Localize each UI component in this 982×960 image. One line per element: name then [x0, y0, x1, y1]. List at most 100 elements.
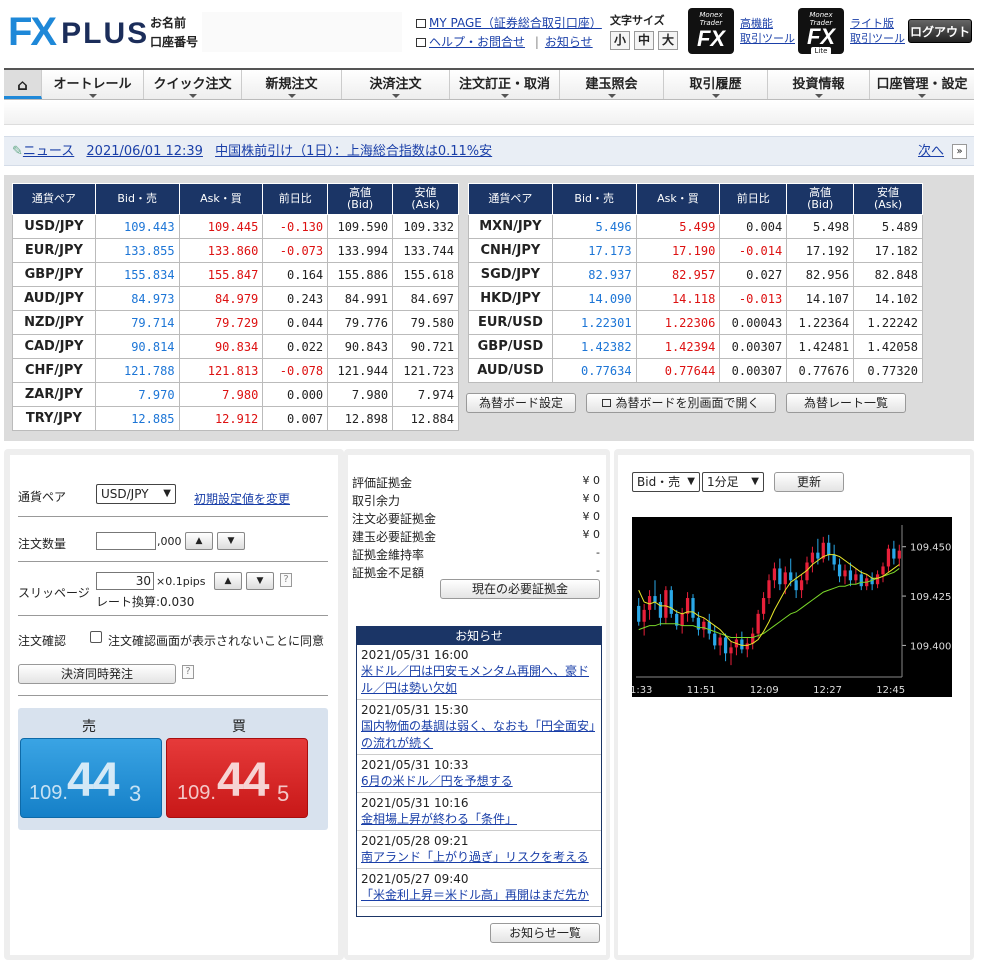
rate-ask-cell[interactable]: 109.445: [178, 214, 264, 239]
rate-bid-cell[interactable]: 90.814: [94, 334, 180, 359]
rate-ask-cell[interactable]: 155.847: [178, 262, 264, 287]
rate-ask-cell[interactable]: 121.813: [178, 358, 264, 383]
next-arrow-icon[interactable]: »: [952, 144, 967, 159]
nav-account-settings[interactable]: 口座管理・設定: [870, 70, 974, 99]
rate-pair-cell[interactable]: AUD/JPY: [12, 286, 96, 311]
rate-pair-cell[interactable]: AUD/USD: [468, 358, 553, 383]
rate-row[interactable]: EUR/JPY 133.855 133.860 -0.073 133.994 133.74…: [12, 238, 459, 263]
slippage-up-button[interactable]: ▲: [214, 572, 242, 590]
rate-bid-cell[interactable]: 17.173: [551, 238, 637, 263]
rate-bid-cell[interactable]: 82.937: [551, 262, 637, 287]
nav-auto-rail[interactable]: オートレール: [42, 70, 144, 99]
rate-pair-cell[interactable]: CHF/JPY: [12, 358, 96, 383]
rate-ask-cell[interactable]: 0.77644: [635, 358, 721, 383]
nav-investment-info[interactable]: 投資情報: [768, 70, 870, 99]
nav-new-order[interactable]: 新規注文: [242, 70, 342, 99]
rate-row[interactable]: USD/JPY 109.443 109.445 -0.130 109.590 109.33…: [12, 214, 459, 239]
rate-row[interactable]: GBP/JPY 155.834 155.847 0.164 155.886 155.618: [12, 262, 459, 287]
nav-positions[interactable]: 建玉照会: [560, 70, 664, 99]
rate-ask-cell[interactable]: 5.499: [635, 214, 721, 239]
rate-row[interactable]: CNH/JPY 17.173 17.190 -0.014 17.192 17.182: [468, 238, 923, 263]
price-chart[interactable]: 109.450 109.425 109.400 11:33 11:51 12:09 12:2…: [632, 517, 952, 697]
rate-ask-cell[interactable]: 90.834: [178, 334, 264, 359]
rate-bid-cell[interactable]: 79.714: [94, 310, 180, 335]
mypage-link[interactable]: MY PAGE（証券総合取引口座）: [429, 16, 602, 30]
fxplus-logo[interactable]: FX PLUS: [8, 12, 149, 52]
slippage-down-button[interactable]: ▼: [246, 572, 274, 590]
font-small-button[interactable]: 小: [610, 31, 630, 50]
rate-ask-cell[interactable]: 14.118: [635, 286, 721, 311]
rate-row[interactable]: AUD/JPY 84.973 84.979 0.243 84.991 84.697: [12, 286, 459, 311]
news-label-link[interactable]: ニュース: [23, 144, 74, 159]
rate-row[interactable]: MXN/JPY 5.496 5.499 0.004 5.498 5.489: [468, 214, 923, 239]
rate-ask-cell[interactable]: 17.190: [635, 238, 721, 263]
qty-down-button[interactable]: ▼: [217, 532, 245, 550]
rate-pair-cell[interactable]: EUR/JPY: [12, 238, 96, 263]
notice-link[interactable]: お知らせ: [545, 35, 593, 49]
rate-ask-cell[interactable]: 7.980: [178, 382, 264, 407]
pro-tool-link[interactable]: 高機能 取引ツール: [740, 16, 795, 46]
rate-ask-cell[interactable]: 84.979: [178, 286, 264, 311]
settle-simultaneous-button[interactable]: 決済同時発注: [18, 664, 176, 684]
rate-ask-cell[interactable]: 133.860: [178, 238, 264, 263]
rate-bid-cell[interactable]: 1.42382: [551, 334, 637, 359]
rate-board-settings-button[interactable]: 為替ボード設定: [466, 393, 576, 413]
font-large-button[interactable]: 大: [658, 31, 678, 50]
sell-button[interactable]: 109. 44 3: [20, 738, 162, 818]
rate-pair-cell[interactable]: NZD/JPY: [12, 310, 96, 335]
nav-settlement-order[interactable]: 決済注文: [342, 70, 450, 99]
help-link[interactable]: ヘルプ・お問合せ: [429, 35, 525, 49]
rate-pair-cell[interactable]: USD/JPY: [12, 214, 96, 239]
buy-button[interactable]: 109. 44 5: [166, 738, 308, 818]
font-medium-button[interactable]: 中: [634, 31, 654, 50]
rate-row[interactable]: SGD/JPY 82.937 82.957 0.027 82.956 82.848: [468, 262, 923, 287]
notice-list-button[interactable]: お知らせ一覧: [490, 923, 600, 943]
help-icon[interactable]: ?: [182, 665, 194, 679]
rate-row[interactable]: GBP/USD 1.42382 1.42394 0.00307 1.42481 1.420…: [468, 334, 923, 359]
slippage-input[interactable]: 30: [96, 572, 154, 590]
monex-trader-fx-icon[interactable]: Monex Trader FX: [688, 8, 734, 54]
required-margin-button[interactable]: 現在の必要証拠金: [440, 579, 600, 599]
rate-bid-cell[interactable]: 0.77634: [551, 358, 637, 383]
nav-modify-cancel[interactable]: 注文訂正・取消: [450, 70, 560, 99]
rate-ask-cell[interactable]: 82.957: [635, 262, 721, 287]
notice-link[interactable]: 国内物価の基調は弱く、なおも「円全面安」の流れが続く: [361, 718, 597, 752]
news-headline-link[interactable]: 中国株前引け（1日）：上海総合指数は0.11%安: [215, 144, 492, 159]
qty-input[interactable]: [96, 532, 156, 550]
rate-board-separate-window-button[interactable]: 為替ボードを別画面で開く: [586, 393, 776, 413]
news-datetime-link[interactable]: 2021/06/01 12:39: [86, 144, 203, 159]
rate-pair-cell[interactable]: MXN/JPY: [468, 214, 553, 239]
pair-select[interactable]: USD/JPY ▼: [96, 484, 176, 504]
pro-tool-link-line1[interactable]: 高機能: [740, 17, 773, 30]
rate-pair-cell[interactable]: CAD/JPY: [12, 334, 96, 359]
rate-bid-cell[interactable]: 5.496: [551, 214, 637, 239]
qty-up-button[interactable]: ▲: [185, 532, 213, 550]
chart-side-select[interactable]: Bid・売 ▼: [632, 472, 700, 492]
lite-tool-link-line1[interactable]: ライト版: [850, 17, 894, 30]
lite-tool-link-line2[interactable]: 取引ツール: [850, 32, 905, 45]
rate-pair-cell[interactable]: ZAR/JPY: [12, 382, 96, 407]
rate-bid-cell[interactable]: 1.22301: [551, 310, 637, 335]
nav-history[interactable]: 取引履歴: [664, 70, 768, 99]
nav-quick-order[interactable]: クイック注文: [144, 70, 242, 99]
notice-link[interactable]: 6月の米ドル／円を予想する: [361, 773, 597, 790]
rate-bid-cell[interactable]: 109.443: [94, 214, 180, 239]
rate-row[interactable]: CHF/JPY 121.788 121.813 -0.078 121.944 121.72…: [12, 358, 459, 383]
rate-pair-cell[interactable]: HKD/JPY: [468, 286, 553, 311]
rate-pair-cell[interactable]: GBP/JPY: [12, 262, 96, 287]
rate-list-button[interactable]: 為替レート一覧: [786, 393, 906, 413]
confirm-skip-checkbox[interactable]: [90, 631, 102, 643]
rate-row[interactable]: AUD/USD 0.77634 0.77644 0.00307 0.77676 0.773…: [468, 358, 923, 383]
chart-interval-select[interactable]: 1分足 ▼: [702, 472, 764, 492]
rate-row[interactable]: EUR/USD 1.22301 1.22306 0.00043 1.22364 1.222…: [468, 310, 923, 335]
monex-trader-fx-lite-icon[interactable]: Monex Trader FX Lite: [798, 8, 844, 55]
rate-bid-cell[interactable]: 14.090: [551, 286, 637, 311]
rate-ask-cell[interactable]: 1.42394: [635, 334, 721, 359]
initial-settings-link[interactable]: 初期設定値を変更: [194, 490, 290, 507]
rate-row[interactable]: TRY/JPY 12.885 12.912 0.007 12.898 12.884: [12, 406, 459, 431]
rate-pair-cell[interactable]: EUR/USD: [468, 310, 553, 335]
rate-row[interactable]: ZAR/JPY 7.970 7.980 0.000 7.980 7.974: [12, 382, 459, 407]
rate-pair-cell[interactable]: SGD/JPY: [468, 262, 553, 287]
rate-pair-cell[interactable]: TRY/JPY: [12, 406, 96, 431]
rate-bid-cell[interactable]: 121.788: [94, 358, 180, 383]
